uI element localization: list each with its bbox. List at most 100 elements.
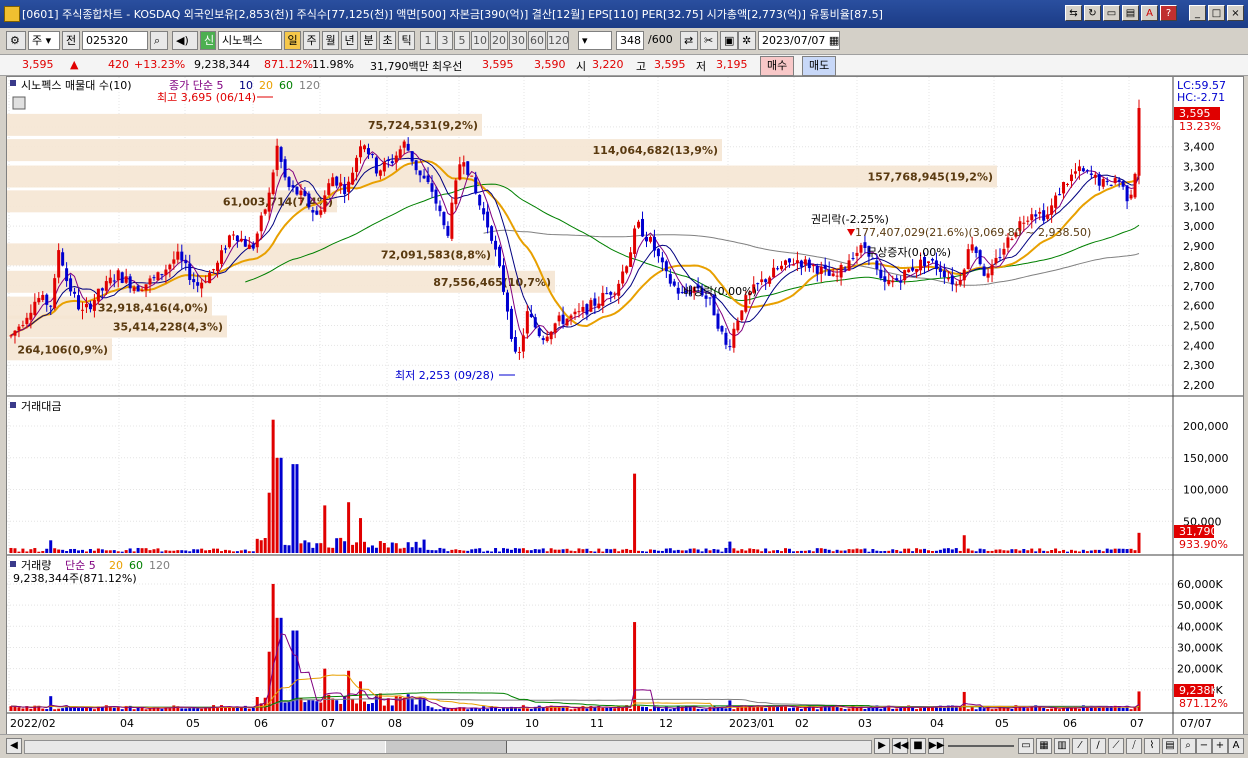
code-input[interactable]: 025320 [82, 31, 148, 50]
minute-unit-button[interactable]: 1 [420, 31, 436, 50]
candle-body [378, 170, 382, 176]
amount-bar [986, 550, 990, 553]
settings-icon[interactable]: ✲ [738, 31, 756, 50]
minute-unit-button[interactable]: 5 [454, 31, 470, 50]
play-icon[interactable]: ▶ [874, 738, 890, 754]
link-icon[interactable]: ⇆ [1065, 5, 1082, 21]
close-button[interactable]: × [1227, 5, 1244, 21]
period-tab[interactable]: 초 [379, 31, 396, 50]
grid-toggle-icon[interactable] [12, 96, 26, 110]
draw-icon[interactable]: ⟋ [1108, 738, 1124, 754]
zoom-out-icon[interactable]: − [1196, 738, 1212, 754]
prev-button[interactable]: 전 [62, 31, 80, 50]
speaker-icon[interactable]: ◀) [172, 31, 198, 50]
candle-body [355, 157, 359, 172]
amount-bar [1093, 549, 1097, 553]
amount-bar [351, 544, 355, 553]
amount-bar [355, 542, 359, 553]
amount-bar [1062, 549, 1066, 553]
open-label: 시 [576, 60, 587, 73]
candle-body [843, 267, 847, 269]
zoom-icon[interactable]: ⌕ [1180, 738, 1196, 754]
sell-button[interactable]: 매도 [802, 56, 837, 76]
candle-body [362, 145, 366, 150]
stock-chart[interactable]: 264,106(0,9%) 35,414,228(4,3%) 32,918,416(… [7, 77, 1243, 735]
help-icon[interactable]: ? [1160, 5, 1177, 21]
save-icon[interactable]: ▣ [720, 31, 738, 50]
font-icon[interactable]: A [1141, 5, 1158, 21]
minute-unit-button[interactable]: 10 [471, 31, 489, 50]
trade-amount: 31,790백만 [370, 60, 429, 73]
price-axis: 3,400 3,300 3,200 3,100 3,000 2,900 2,800 2,700… [1183, 141, 1215, 392]
period-tab[interactable]: 월 [322, 31, 339, 50]
period-tab[interactable]: 일 [284, 31, 301, 50]
step-back-icon[interactable]: ◀◀ [892, 738, 908, 754]
tools-icon[interactable]: ⚙ [6, 31, 26, 50]
profile-label: 157,768,945(19,2%) [868, 171, 993, 184]
scissors-icon[interactable]: ✂ [700, 31, 718, 50]
refresh-icon[interactable]: ↻ [1084, 5, 1101, 21]
layout-icon[interactable]: ▭ [1018, 738, 1034, 754]
low-label: 저 [696, 60, 707, 73]
period-tab[interactable]: 틱 [398, 31, 415, 50]
print-icon[interactable]: ▤ [1122, 5, 1139, 21]
draw-icon[interactable]: ∕ [1090, 738, 1106, 754]
stop-icon[interactable]: ■ [910, 738, 926, 754]
chart-area[interactable]: 264,106(0,9%) 35,414,228(4,3%) 32,918,416(… [6, 76, 1244, 736]
minute-unit-button[interactable]: 30 [509, 31, 527, 50]
draw-icon[interactable]: ⌇ [1144, 738, 1160, 754]
unit-input[interactable]: ▾ [578, 31, 612, 50]
layout-icon[interactable]: ▦ [1036, 738, 1052, 754]
candle-body [533, 317, 537, 328]
candle-body [251, 244, 255, 249]
minimize-button[interactable]: _ [1189, 5, 1206, 21]
window-icon[interactable]: ▭ [1103, 5, 1120, 21]
candle-body [577, 311, 581, 313]
draw-icon[interactable]: ⁄ [1072, 738, 1088, 754]
volume-bar [168, 708, 172, 711]
zoom-slider[interactable] [948, 745, 1014, 747]
amount-bar [168, 550, 172, 553]
market-select[interactable]: 주 ▾ [28, 31, 60, 50]
horizontal-scrollbar[interactable] [24, 740, 872, 754]
period-tab[interactable]: 년 [341, 31, 358, 50]
minute-unit-button[interactable]: 3 [437, 31, 453, 50]
color-icon[interactable]: ▤ [1162, 738, 1178, 754]
amount-bar [1046, 551, 1050, 553]
stock-name-field[interactable]: 시노펙스 [218, 31, 282, 50]
candle-body [1030, 214, 1034, 221]
maximize-button[interactable]: □ [1208, 5, 1225, 21]
amount-bar [1113, 548, 1117, 553]
scroll-thumb[interactable] [385, 741, 507, 753]
buy-button[interactable]: 매수 [760, 56, 795, 76]
candle-body [386, 159, 390, 162]
period-tab[interactable]: 분 [360, 31, 377, 50]
candle-body [553, 323, 557, 333]
amount-bar [819, 548, 823, 553]
scroll-left-icon[interactable]: ◀ [6, 738, 22, 754]
fast-forward-icon[interactable]: ▶▶ [928, 738, 944, 754]
amount-bar [895, 549, 899, 553]
minute-unit-button[interactable]: 120 [547, 31, 569, 50]
count-input[interactable]: 348 [616, 31, 644, 50]
amount-bar [116, 551, 120, 553]
search-icon[interactable]: ⌕ [150, 31, 168, 50]
period-tab[interactable]: 주 [303, 31, 320, 50]
draw-icon[interactable]: ⧸ [1126, 738, 1142, 754]
candle-body [505, 292, 509, 312]
text-icon[interactable]: A [1228, 738, 1244, 754]
sync-icon[interactable]: ⇄ [680, 31, 698, 50]
layout-icon[interactable]: ▥ [1054, 738, 1070, 754]
amount-bar [17, 551, 21, 553]
volume-bar [339, 703, 343, 711]
price-tick-label: 2,700 [1183, 280, 1215, 293]
date-tick-label: 09 [460, 717, 474, 730]
candle-body [92, 300, 96, 311]
volume-ma20-line [10, 674, 1140, 709]
minute-unit-button[interactable]: 60 [528, 31, 546, 50]
candle-body [1058, 194, 1062, 196]
volume-bar [660, 708, 664, 711]
date-input[interactable]: 2023/07/07 ▦ [758, 31, 840, 50]
zoom-in-icon[interactable]: + [1212, 738, 1228, 754]
minute-unit-button[interactable]: 20 [490, 31, 508, 50]
